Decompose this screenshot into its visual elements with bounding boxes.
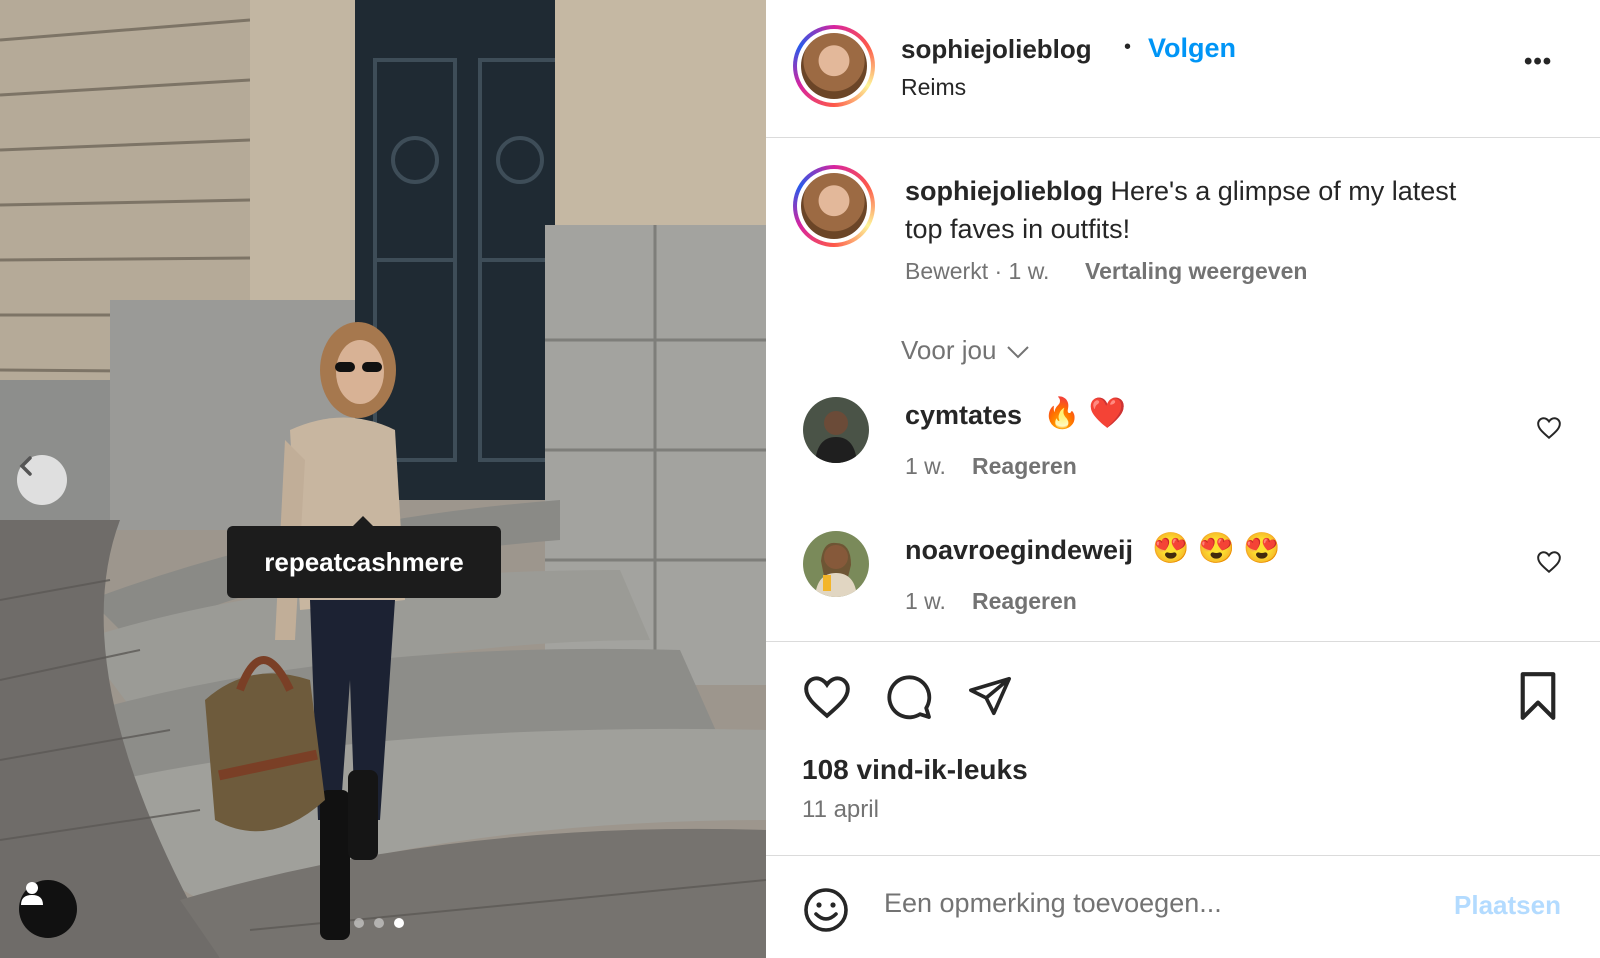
post-image <box>0 0 766 958</box>
location-link[interactable]: Reims <box>901 74 966 101</box>
tagged-users-button[interactable] <box>19 880 77 938</box>
like-comment-button[interactable] <box>1536 549 1562 575</box>
comment-time: 1 w. <box>905 588 946 614</box>
caption-text-line2: top faves in outfits! <box>905 214 1131 244</box>
likes-count[interactable]: 108 vind-ik-leuks <box>802 754 1028 786</box>
heart-icon <box>802 676 852 724</box>
reply-button[interactable]: Reageren <box>972 588 1077 615</box>
heart-icon <box>1536 417 1562 445</box>
carousel-prev-button[interactable] <box>17 455 67 505</box>
post-photo[interactable]: repeatcashmere <box>0 0 766 958</box>
caption-username[interactable]: sophiejolieblog <box>905 176 1103 206</box>
comment-username[interactable]: cymtates <box>905 400 1022 431</box>
save-button[interactable] <box>1516 672 1560 725</box>
caption: sophiejolieblog Here's a glimpse of my l… <box>905 172 1565 248</box>
like-comment-button[interactable] <box>1536 415 1562 441</box>
share-button[interactable] <box>966 673 1014 724</box>
follow-button[interactable]: Volgen <box>1148 33 1236 64</box>
comment-text: 😍 😍 😍 <box>1152 532 1281 565</box>
product-tag[interactable]: repeatcashmere <box>227 516 501 598</box>
smiley-icon <box>802 888 850 938</box>
author-avatar[interactable] <box>793 25 875 107</box>
carousel-indicator <box>354 918 404 928</box>
like-button[interactable] <box>802 672 852 725</box>
comments-divider <box>766 641 1600 642</box>
post-date[interactable]: 11 april <box>802 796 879 824</box>
header-separator: • <box>1124 36 1132 58</box>
comment-text: 🔥 ❤️ <box>1043 397 1127 430</box>
comments-filter-label: Voor jou <box>901 335 997 365</box>
product-tag-label: repeatcashmere <box>264 546 464 577</box>
comment-button[interactable] <box>884 673 934 726</box>
more-options-button[interactable]: ••• <box>1524 48 1552 76</box>
emoji-button[interactable] <box>802 886 850 939</box>
caption-avatar[interactable] <box>793 165 875 247</box>
comments-filter-dropdown[interactable]: Voor jou <box>901 335 1030 366</box>
composer-divider <box>766 855 1600 856</box>
caption-text-line1: Here's a glimpse of my latest <box>1110 176 1457 206</box>
carousel-dot <box>374 918 384 928</box>
reply-button[interactable]: Reageren <box>972 453 1077 480</box>
chevron-down-icon <box>1006 335 1030 366</box>
caption-edited-time: Bewerkt · 1 w. <box>905 258 1050 284</box>
carousel-dot <box>354 918 364 928</box>
comment-icon <box>884 675 934 725</box>
paper-plane-icon <box>966 676 1014 723</box>
translate-link[interactable]: Vertaling weergeven <box>1085 258 1307 285</box>
carousel-dot-active <box>394 918 404 928</box>
commenter-avatar[interactable] <box>803 397 869 463</box>
post-details-panel: sophiejolieblog • Volgen Reims ••• sophi… <box>766 0 1600 958</box>
heart-icon <box>1536 551 1562 579</box>
comment-time: 1 w. <box>905 453 946 479</box>
comment-input[interactable]: Een opmerking toevoegen... <box>884 888 1222 919</box>
bookmark-icon <box>1516 672 1560 724</box>
more-icon: ••• <box>1524 48 1553 75</box>
post-comment-button[interactable]: Plaatsen <box>1454 890 1561 921</box>
author-username[interactable]: sophiejolieblog <box>901 34 1092 65</box>
commenter-avatar[interactable] <box>803 531 869 597</box>
comment-username[interactable]: noavroegindeweij <box>905 535 1133 566</box>
header-divider <box>766 137 1600 138</box>
